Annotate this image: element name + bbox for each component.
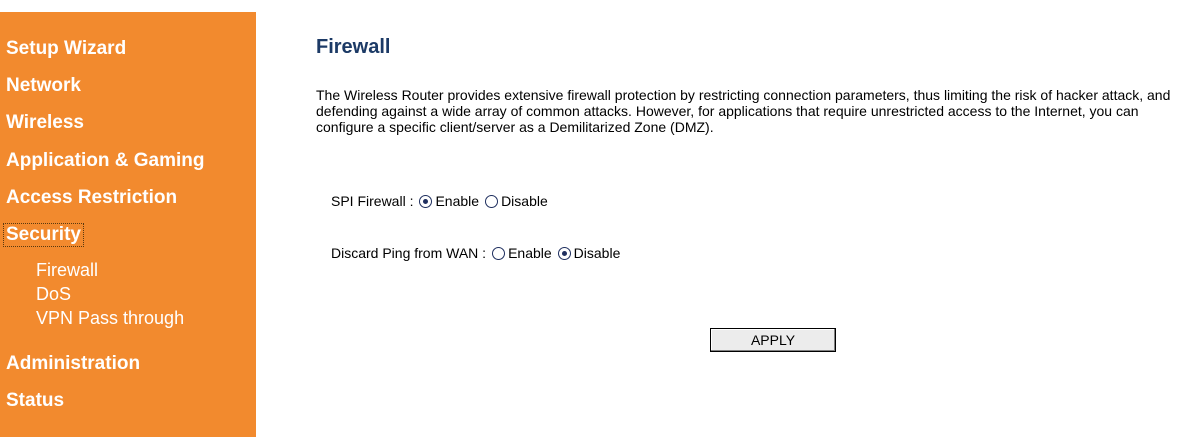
page-description: The Wireless Router provides extensive f… bbox=[316, 87, 1171, 135]
main-content: Firewall The Wireless Router provides ex… bbox=[0, 0, 1195, 437]
apply-button[interactable]: APPLY bbox=[710, 328, 836, 352]
spi-firewall-label: SPI Firewall : bbox=[331, 193, 414, 209]
spi-firewall-disable-radio[interactable] bbox=[485, 194, 499, 208]
discard-ping-disable-radio[interactable] bbox=[557, 246, 571, 260]
discard-ping-row: Discard Ping from WAN : Enable Disable bbox=[331, 245, 620, 261]
spi-firewall-enable-radio[interactable] bbox=[419, 194, 433, 208]
discard-ping-disable-label[interactable]: Disable bbox=[574, 245, 621, 261]
discard-ping-enable-label[interactable]: Enable bbox=[508, 245, 552, 261]
spi-firewall-row: SPI Firewall : Enable Disable bbox=[331, 193, 548, 209]
spi-firewall-disable-label[interactable]: Disable bbox=[501, 193, 548, 209]
discard-ping-label: Discard Ping from WAN : bbox=[331, 245, 487, 261]
page-title: Firewall bbox=[316, 36, 391, 58]
discard-ping-enable-radio[interactable] bbox=[492, 246, 506, 260]
spi-firewall-enable-label[interactable]: Enable bbox=[435, 193, 479, 209]
